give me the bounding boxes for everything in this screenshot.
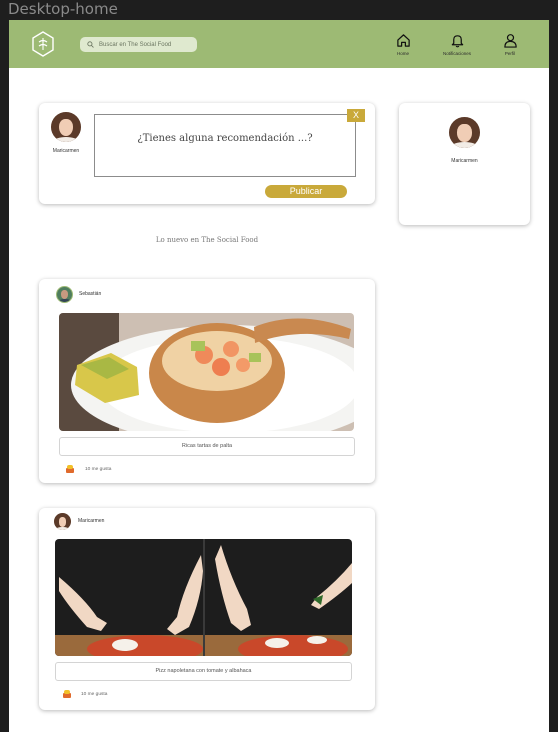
- post-photo[interactable]: [59, 313, 354, 431]
- user-icon: [503, 34, 517, 48]
- search-input[interactable]: Buscar en The Social Food: [80, 37, 197, 52]
- nav-home-label: Home: [396, 51, 409, 56]
- post-caption[interactable]: Pizz napoletana con tomate y albahaca: [55, 662, 352, 681]
- home-icon: [396, 34, 410, 47]
- composer-card: Maricarmen ¿Tienes alguna recomendación …: [39, 103, 375, 204]
- search-placeholder: Buscar en The Social Food: [99, 41, 172, 48]
- close-button[interactable]: X: [347, 109, 365, 122]
- publish-button[interactable]: Publicar: [265, 185, 347, 198]
- post-author-name: Maricarmen: [78, 518, 105, 524]
- profile-avatar[interactable]: [449, 117, 480, 148]
- post-likes: 10 me gusta: [81, 692, 108, 697]
- top-navbar: Buscar en The Social Food Home Notificac…: [9, 20, 549, 68]
- post-photo[interactable]: [55, 539, 352, 656]
- like-icon[interactable]: [65, 464, 75, 474]
- nav-profile[interactable]: Perfil: [488, 33, 532, 56]
- post-card: Sebastián Ricas tartas de palta 10 me gu…: [39, 279, 375, 483]
- nav-notifications-label: Notificaciones: [442, 51, 471, 56]
- post-text-area[interactable]: ¿Tienes alguna recomendación ...?: [94, 114, 356, 177]
- logo-icon[interactable]: [31, 31, 55, 57]
- composer-user-name: Maricarmen: [52, 148, 80, 154]
- desktop-home-page: Buscar en The Social Food Home Notificac…: [9, 20, 549, 732]
- frame-title: Desktop-home: [8, 0, 118, 18]
- feed-heading: Lo nuevo en The Social Food: [155, 236, 259, 244]
- search-icon: [87, 41, 94, 48]
- post-card: Maricarmen Pizz napoletana con tomate y …: [39, 508, 375, 710]
- post-author-avatar[interactable]: [54, 513, 71, 530]
- bell-icon: [451, 35, 463, 48]
- profile-card: Maricarmen: [399, 103, 530, 225]
- post-caption[interactable]: Ricas tartas de palta: [59, 437, 355, 456]
- nav-profile-label: Perfil: [504, 51, 516, 56]
- nav-home[interactable]: Home: [381, 33, 425, 56]
- like-icon[interactable]: [62, 689, 72, 699]
- avatar: [51, 112, 81, 142]
- post-prompt: ¿Tienes alguna recomendación ...?: [137, 133, 313, 144]
- post-likes: 10 me gusta: [85, 467, 112, 472]
- post-author-avatar[interactable]: [56, 286, 73, 303]
- nav-notifications[interactable]: Notificaciones: [435, 33, 479, 56]
- post-author-name: Sebastián: [79, 291, 102, 297]
- profile-user-name: Maricarmen: [451, 158, 478, 164]
